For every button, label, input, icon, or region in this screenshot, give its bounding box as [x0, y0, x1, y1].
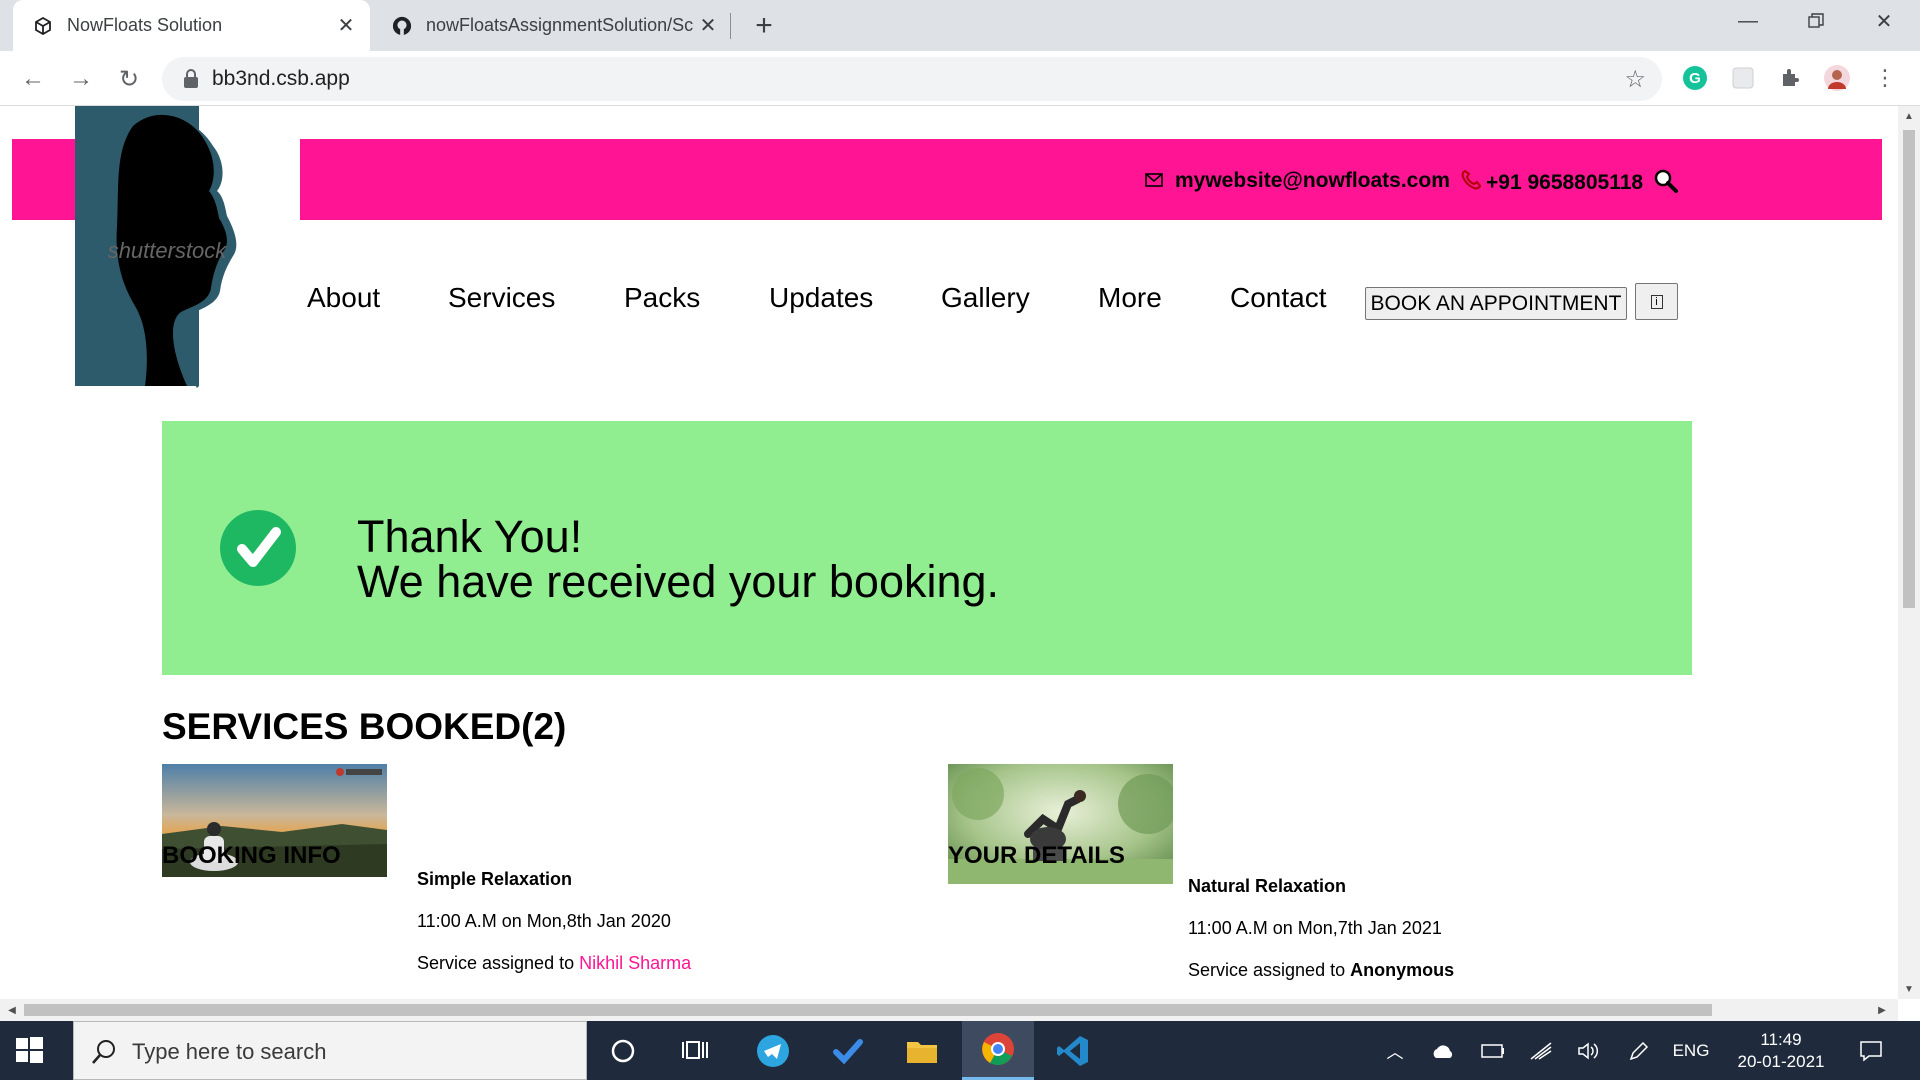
extension-blank-icon[interactable] — [1728, 63, 1758, 93]
tab-nowfloats-solution[interactable]: NowFloats Solution ✕ — [13, 0, 370, 51]
clock-date: 20-01-2021 — [1737, 1052, 1825, 1071]
github-icon — [392, 16, 412, 36]
forward-icon[interactable]: → — [66, 64, 96, 94]
vertical-scrollbar[interactable]: ▲ ▼ — [1898, 106, 1920, 999]
profile-avatar[interactable] — [1822, 63, 1852, 93]
assigned-prefix: Service assigned to — [417, 953, 580, 973]
restore-icon[interactable] — [1782, 0, 1850, 42]
tab-separator — [730, 13, 731, 39]
volume-icon[interactable] — [1574, 1021, 1604, 1080]
grammarly-icon[interactable]: G — [1680, 63, 1710, 93]
info-button[interactable]: i — [1635, 283, 1678, 320]
header-bar — [300, 139, 1882, 220]
pen-icon[interactable] — [1624, 1021, 1654, 1080]
service-time: 11:00 A.M on Mon,7th Jan 2021 — [1188, 918, 1442, 938]
telegram-icon[interactable] — [737, 1021, 809, 1080]
booking-confirmation-banner: Thank You! We have received your booking… — [162, 421, 1692, 675]
booking-received-text: We have received your booking. — [357, 556, 1000, 607]
extensions-puzzle-icon[interactable] — [1776, 63, 1806, 93]
service-assignment: Service assigned to Anonymous — [1188, 960, 1454, 981]
bookmark-star-icon[interactable]: ☆ — [1624, 65, 1646, 94]
back-icon[interactable]: ← — [18, 64, 48, 94]
thank-you-heading: Thank You! — [357, 511, 583, 562]
service-assignment: Service assigned to Nikhil Sharma — [417, 953, 691, 974]
vertical-scroll-thumb[interactable] — [1903, 130, 1915, 608]
mail-icon — [1145, 169, 1163, 193]
search-placeholder: Type here to search — [132, 1039, 327, 1064]
reload-icon[interactable]: ↻ — [114, 64, 144, 94]
tab-strip: NowFloats Solution ✕ nowFloatsAssignment… — [0, 0, 1920, 51]
windows-taskbar: Type here to search ︿ ENG 11:49 20-01-20… — [0, 1021, 1920, 1080]
assignee-name: Anonymous — [1350, 960, 1455, 980]
nav-packs[interactable]: Packs — [624, 282, 700, 314]
taskbar-search-box[interactable]: Type here to search — [73, 1021, 587, 1080]
system-clock[interactable]: 11:49 20-01-2021 — [1726, 1029, 1836, 1073]
svg-text:G: G — [1689, 70, 1701, 87]
lock-icon — [184, 69, 198, 88]
scroll-left-arrow-icon[interactable]: ◀ — [2, 999, 22, 1021]
codesandbox-icon — [33, 16, 53, 36]
horizontal-scroll-thumb[interactable] — [24, 1004, 1712, 1016]
nav-updates[interactable]: Updates — [769, 282, 873, 314]
search-icon — [92, 1040, 115, 1064]
minimize-icon[interactable]: — — [1714, 0, 1782, 42]
nav-more[interactable]: More — [1098, 282, 1162, 314]
chrome-icon[interactable] — [962, 1021, 1034, 1080]
assignee-link[interactable]: Nikhil Sharma — [579, 953, 691, 973]
check-circle-icon — [220, 510, 296, 586]
service-name: Natural Relaxation — [1188, 876, 1347, 896]
new-tab-button[interactable]: + — [748, 9, 780, 42]
nav-gallery[interactable]: Gallery — [941, 282, 1030, 314]
tab-github-repo[interactable]: nowFloatsAssignmentSolution/Sc ✕ — [372, 0, 732, 51]
service-name: Simple Relaxation — [417, 869, 573, 889]
address-bar[interactable]: bb3nd.csb.app ☆ — [162, 57, 1662, 101]
phone-icon — [1460, 169, 1482, 197]
language-indicator[interactable]: ENG — [1668, 1021, 1714, 1080]
menu-kebab-icon[interactable]: ⋮ — [1870, 63, 1900, 93]
notifications-icon[interactable] — [1854, 1021, 1888, 1080]
logo-watermark: shutterstock — [108, 238, 228, 263]
your-details-heading: YOUR DETAILS — [948, 842, 1125, 869]
battery-icon[interactable] — [1478, 1021, 1508, 1080]
tab-title: nowFloatsAssignmentSolution/Sc — [426, 15, 694, 35]
scroll-right-arrow-icon[interactable]: ▶ — [1872, 999, 1892, 1021]
contact-email[interactable]: mywebsite@nowfloats.com — [1145, 169, 1450, 193]
clock-time: 11:49 — [1760, 1030, 1802, 1049]
horizontal-scrollbar[interactable]: ◀ ▶ — [0, 999, 1898, 1021]
booking-info-heading: BOOKING INFO — [162, 842, 341, 869]
site-logo[interactable]: shutterstock — [75, 106, 275, 406]
windows-start-icon[interactable] — [14, 1035, 44, 1065]
vscode-icon[interactable] — [1037, 1021, 1109, 1080]
search-icon[interactable] — [1653, 168, 1679, 194]
close-tab-icon[interactable]: ✕ — [334, 14, 358, 38]
info-icon: i — [1650, 294, 1663, 309]
scroll-up-arrow-icon[interactable]: ▲ — [1898, 106, 1920, 126]
close-tab-icon[interactable]: ✕ — [696, 14, 720, 38]
service-time: 11:00 A.M on Mon,8th Jan 2020 — [417, 911, 671, 931]
cortana-icon[interactable] — [587, 1021, 659, 1080]
onedrive-cloud-icon[interactable] — [1428, 1021, 1458, 1080]
assigned-prefix: Service assigned to — [1188, 960, 1351, 980]
services-booked-title: SERVICES BOOKED(2) — [162, 706, 567, 747]
header-bar-left — [12, 139, 76, 220]
wifi-icon[interactable] — [1526, 1021, 1556, 1080]
book-appointment-button[interactable]: BOOK AN APPOINTMENT — [1365, 287, 1627, 320]
url-text: bb3nd.csb.app — [212, 67, 350, 90]
todo-checkmark-icon[interactable] — [812, 1021, 884, 1080]
task-view-icon[interactable] — [659, 1021, 731, 1080]
tray-chevron-up-icon[interactable]: ︿ — [1380, 1021, 1410, 1080]
close-window-icon[interactable]: ✕ — [1850, 0, 1918, 42]
file-explorer-icon[interactable] — [886, 1021, 958, 1080]
contact-phone[interactable]: +91 9658805118 — [1460, 169, 1643, 197]
tab-title: NowFloats Solution — [67, 15, 223, 35]
nav-services[interactable]: Services — [448, 282, 555, 314]
scroll-down-arrow-icon[interactable]: ▼ — [1898, 979, 1920, 999]
browser-toolbar: ← → ↻ bb3nd.csb.app ☆ G ⋮ — [0, 51, 1920, 106]
nav-about[interactable]: About — [307, 282, 380, 314]
phone-text: +91 9658805118 — [1486, 171, 1644, 194]
nav-contact[interactable]: Contact — [1230, 282, 1327, 314]
email-text: mywebsite@nowfloats.com — [1175, 169, 1450, 192]
